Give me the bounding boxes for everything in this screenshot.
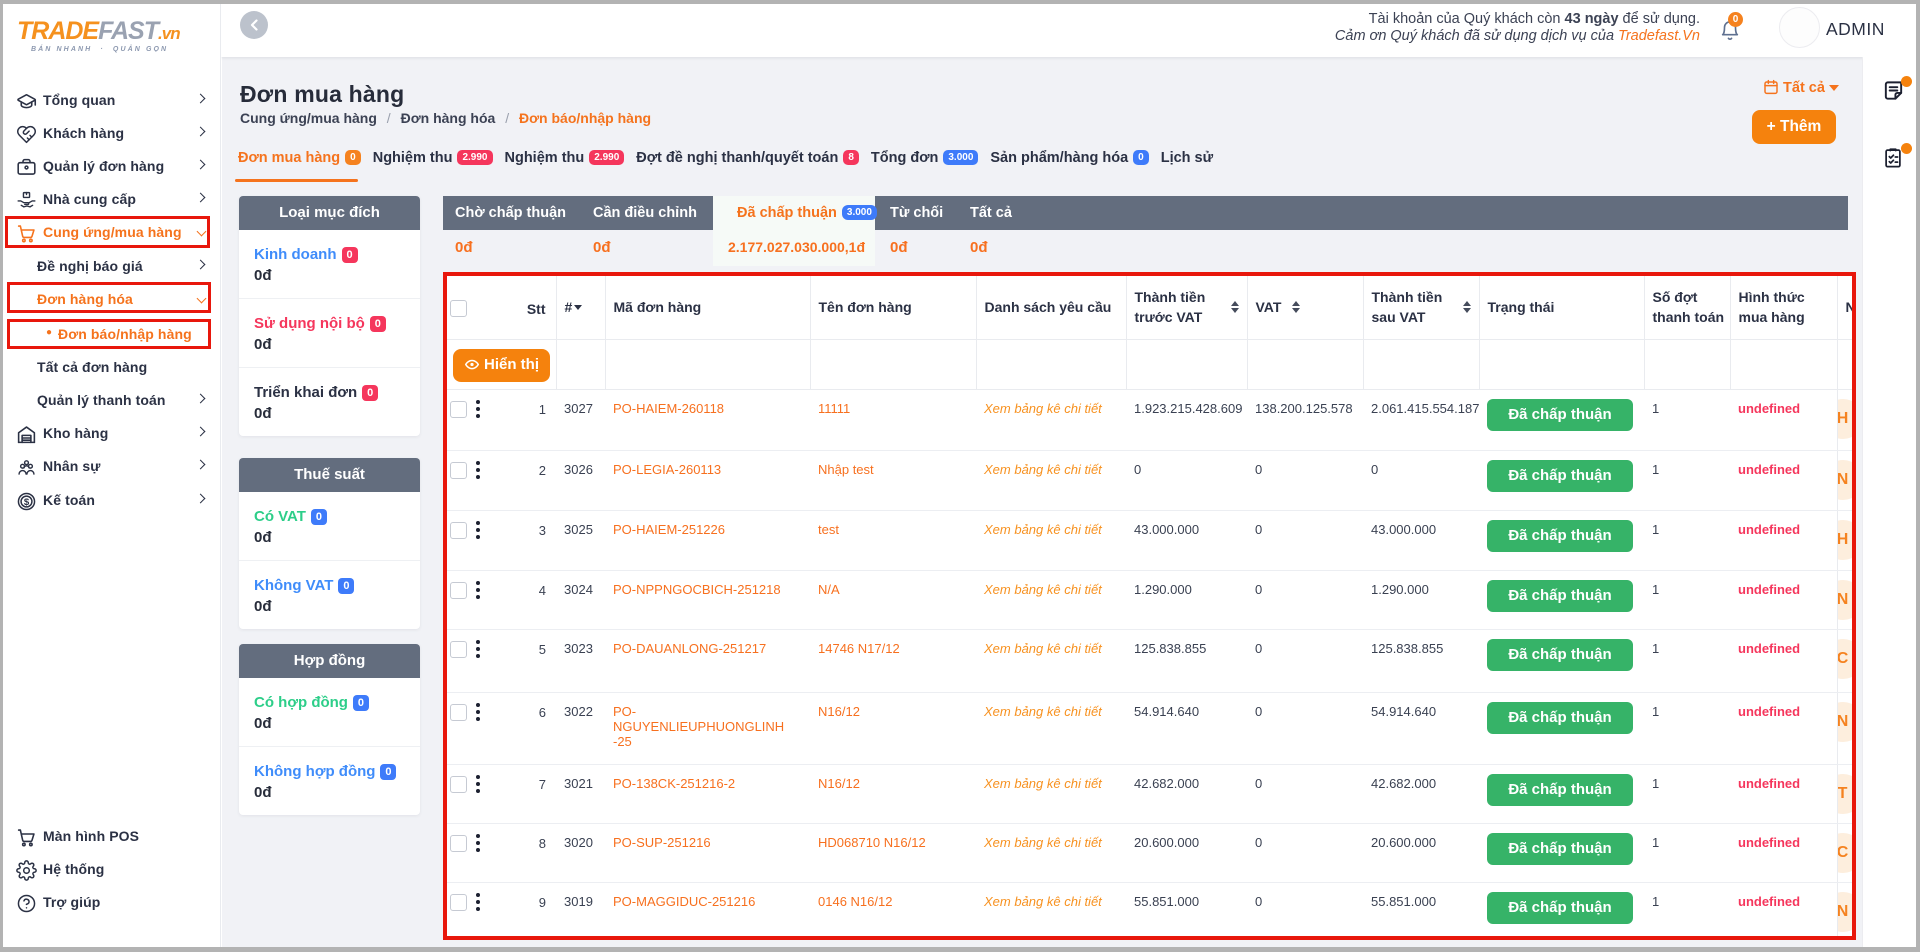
svg-text:$: $ (24, 497, 30, 508)
